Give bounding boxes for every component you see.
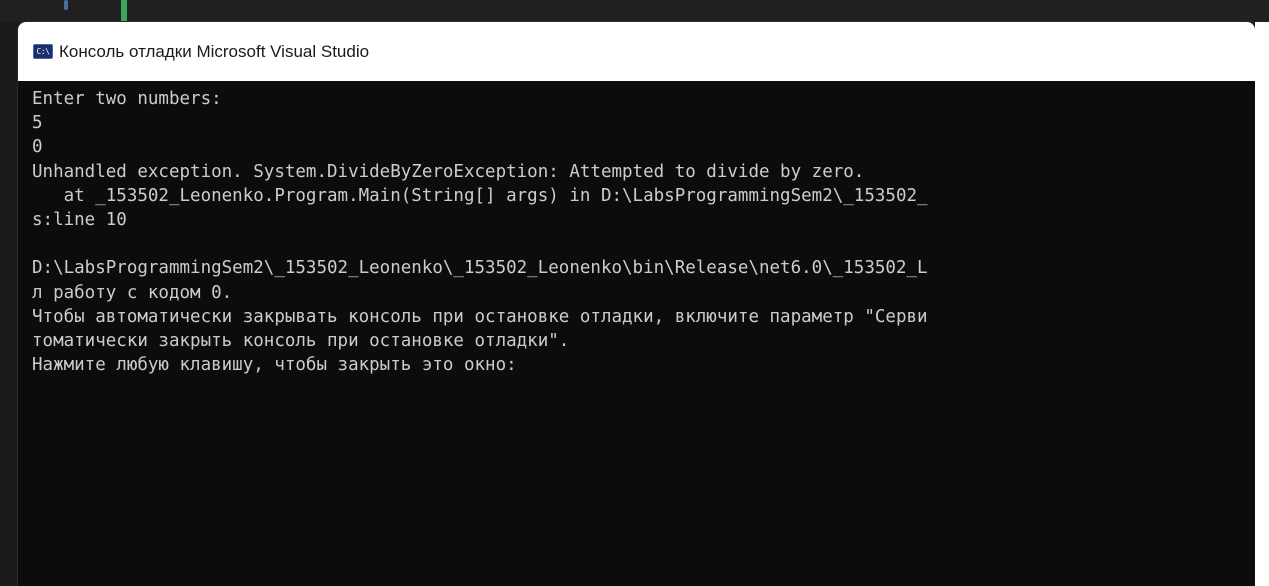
console-line-stack-trace: at _153502_Leonenko.Program.Main(String[… [32,185,928,206]
ide-background-edge [0,22,18,586]
console-line-exit-code: л работу с кодом 0. [32,282,233,303]
console-line-stack-trace-cont: s:line 10 [32,209,127,230]
debug-console-window[interactable]: C:\ Консоль отладки Microsoft Visual Stu… [18,22,1255,586]
console-line-hint-cont: томатически закрыть консоль при остановк… [32,330,570,351]
ide-change-indicator [121,0,127,22]
window-title: Консоль отладки Microsoft Visual Studio [59,41,370,61]
console-line-prompt: Enter two numbers: [32,89,222,109]
ide-background-marker [64,0,68,10]
console-app-icon: C:\ [33,44,53,59]
console-line-input-1: 5 [32,113,43,134]
console-line-exception: Unhandled exception. System.DivideByZero… [32,161,865,182]
screen: C:\ Консоль отладки Microsoft Visual Stu… [0,0,1269,586]
title-bar[interactable]: C:\ Консоль отладки Microsoft Visual Stu… [18,22,1255,81]
ide-background-strip [0,0,1269,22]
console-line-exit-path: D:\LabsProgrammingSem2\_153502_Leonenko\… [32,258,928,279]
desktop-background-edge [1255,22,1269,586]
console-line-press-key: Нажмите любую клавишу, чтобы закрыть это… [32,355,517,376]
console-output[interactable]: Enter two numbers: 5 0 Unhandled excepti… [18,81,1255,586]
console-line-hint: Чтобы автоматически закрывать консоль пр… [32,306,928,327]
console-line-input-2: 0 [32,137,43,158]
